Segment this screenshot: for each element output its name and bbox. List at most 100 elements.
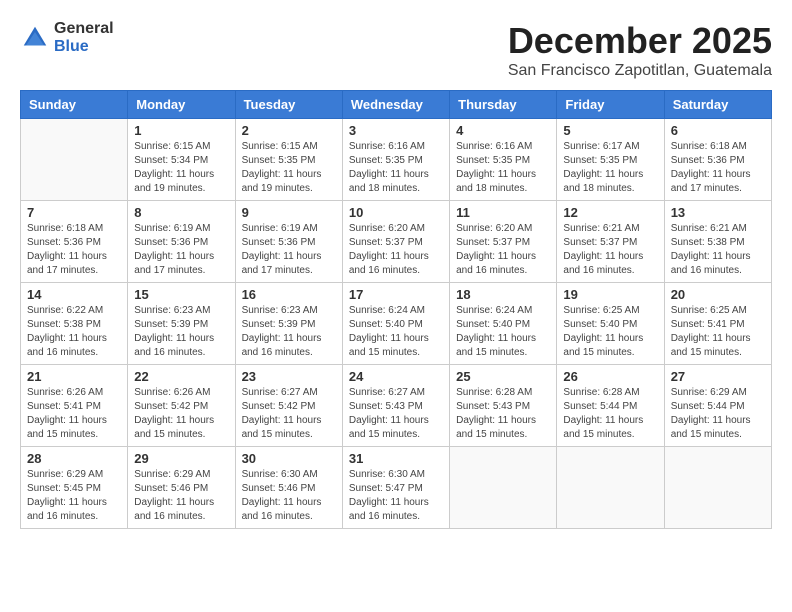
date-number: 17 (349, 287, 443, 302)
calendar-cell: 3 Sunrise: 6:16 AM Sunset: 5:35 PM Daylig… (342, 119, 449, 201)
date-number: 28 (27, 451, 121, 466)
cell-info: Sunrise: 6:16 AM Sunset: 5:35 PM Dayligh… (456, 140, 550, 196)
date-number: 22 (134, 369, 228, 384)
date-number: 18 (456, 287, 550, 302)
calendar-cell: 6 Sunrise: 6:18 AM Sunset: 5:36 PM Daylig… (664, 119, 771, 201)
cell-info: Sunrise: 6:17 AM Sunset: 5:35 PM Dayligh… (563, 140, 657, 196)
calendar-cell (450, 447, 557, 529)
calendar-cell: 22 Sunrise: 6:26 AM Sunset: 5:42 PM Dayli… (128, 365, 235, 447)
date-number: 2 (242, 123, 336, 138)
cell-info: Sunrise: 6:19 AM Sunset: 5:36 PM Dayligh… (134, 222, 228, 278)
date-number: 14 (27, 287, 121, 302)
cell-info: Sunrise: 6:28 AM Sunset: 5:43 PM Dayligh… (456, 386, 550, 442)
week-row-1: 1Sunrise: 6:15 AM Sunset: 5:34 PM Daylig… (21, 119, 772, 201)
cell-info: Sunrise: 6:20 AM Sunset: 5:37 PM Dayligh… (456, 222, 550, 278)
date-number: 3 (349, 123, 443, 138)
date-number: 11 (456, 205, 550, 220)
calendar-cell: 1Sunrise: 6:15 AM Sunset: 5:34 PM Daylig… (128, 119, 235, 201)
day-header-tuesday: Tuesday (235, 91, 342, 119)
calendar-cell (21, 119, 128, 201)
day-header-thursday: Thursday (450, 91, 557, 119)
calendar-cell: 13Sunrise: 6:21 AM Sunset: 5:38 PM Dayli… (664, 201, 771, 283)
calendar-cell: 27Sunrise: 6:29 AM Sunset: 5:44 PM Dayli… (664, 365, 771, 447)
calendar-table: SundayMondayTuesdayWednesdayThursdayFrid… (20, 90, 772, 529)
cell-info: Sunrise: 6:18 AM Sunset: 5:36 PM Dayligh… (27, 222, 121, 278)
logo: General Blue (20, 20, 114, 55)
day-header-saturday: Saturday (664, 91, 771, 119)
calendar-cell: 17 Sunrise: 6:24 AM Sunset: 5:40 PM Dayli… (342, 283, 449, 365)
date-number: 4 (456, 123, 550, 138)
cell-info: Sunrise: 6:24 AM Sunset: 5:40 PM Dayligh… (456, 304, 550, 360)
calendar-cell: 16Sunrise: 6:23 AM Sunset: 5:39 PM Dayli… (235, 283, 342, 365)
cell-info: Sunrise: 6:30 AM Sunset: 5:47 PM Dayligh… (349, 468, 443, 524)
calendar-cell: 29Sunrise: 6:29 AM Sunset: 5:46 PM Dayli… (128, 447, 235, 529)
logo-general-text: General (54, 20, 114, 38)
calendar-cell: 15 Sunrise: 6:23 AM Sunset: 5:39 PM Dayli… (128, 283, 235, 365)
cell-info: Sunrise: 6:25 AM Sunset: 5:41 PM Dayligh… (671, 304, 765, 360)
date-number: 25 (456, 369, 550, 384)
week-row-3: 14Sunrise: 6:22 AM Sunset: 5:38 PM Dayli… (21, 283, 772, 365)
cell-info: Sunrise: 6:30 AM Sunset: 5:46 PM Dayligh… (242, 468, 336, 524)
calendar-cell: 19 Sunrise: 6:25 AM Sunset: 5:40 PM Dayli… (557, 283, 664, 365)
cell-info: Sunrise: 6:15 AM Sunset: 5:34 PM Dayligh… (134, 140, 228, 196)
date-number: 30 (242, 451, 336, 466)
week-row-4: 21 Sunrise: 6:26 AM Sunset: 5:41 PM Dayli… (21, 365, 772, 447)
calendar-cell: 30 Sunrise: 6:30 AM Sunset: 5:46 PM Dayli… (235, 447, 342, 529)
location-title: San Francisco Zapotitlan, Guatemala (508, 62, 772, 80)
cell-info: Sunrise: 6:23 AM Sunset: 5:39 PM Dayligh… (242, 304, 336, 360)
date-number: 10 (349, 205, 443, 220)
logo-text: General Blue (54, 20, 114, 55)
day-header-monday: Monday (128, 91, 235, 119)
calendar-cell: 8 Sunrise: 6:19 AM Sunset: 5:36 PM Daylig… (128, 201, 235, 283)
cell-info: Sunrise: 6:15 AM Sunset: 5:35 PM Dayligh… (242, 140, 336, 196)
calendar-cell: 18 Sunrise: 6:24 AM Sunset: 5:40 PM Dayli… (450, 283, 557, 365)
date-number: 7 (27, 205, 121, 220)
calendar-cell: 26Sunrise: 6:28 AM Sunset: 5:44 PM Dayli… (557, 365, 664, 447)
calendar-cell: 2 Sunrise: 6:15 AM Sunset: 5:35 PM Daylig… (235, 119, 342, 201)
logo-blue-text: Blue (54, 38, 114, 56)
calendar-cell: 31 Sunrise: 6:30 AM Sunset: 5:47 PM Dayli… (342, 447, 449, 529)
cell-info: Sunrise: 6:24 AM Sunset: 5:40 PM Dayligh… (349, 304, 443, 360)
date-number: 5 (563, 123, 657, 138)
date-number: 24 (349, 369, 443, 384)
calendar-cell: 28 Sunrise: 6:29 AM Sunset: 5:45 PM Dayli… (21, 447, 128, 529)
cell-info: Sunrise: 6:29 AM Sunset: 5:46 PM Dayligh… (134, 468, 228, 524)
date-number: 19 (563, 287, 657, 302)
week-row-2: 7 Sunrise: 6:18 AM Sunset: 5:36 PM Daylig… (21, 201, 772, 283)
cell-info: Sunrise: 6:21 AM Sunset: 5:38 PM Dayligh… (671, 222, 765, 278)
date-number: 27 (671, 369, 765, 384)
header-row: SundayMondayTuesdayWednesdayThursdayFrid… (21, 91, 772, 119)
cell-info: Sunrise: 6:20 AM Sunset: 5:37 PM Dayligh… (349, 222, 443, 278)
calendar-cell: 9Sunrise: 6:19 AM Sunset: 5:36 PM Daylig… (235, 201, 342, 283)
day-header-friday: Friday (557, 91, 664, 119)
date-number: 15 (134, 287, 228, 302)
cell-info: Sunrise: 6:27 AM Sunset: 5:43 PM Dayligh… (349, 386, 443, 442)
calendar-cell: 4 Sunrise: 6:16 AM Sunset: 5:35 PM Daylig… (450, 119, 557, 201)
day-header-wednesday: Wednesday (342, 91, 449, 119)
cell-info: Sunrise: 6:23 AM Sunset: 5:39 PM Dayligh… (134, 304, 228, 360)
calendar-cell: 11 Sunrise: 6:20 AM Sunset: 5:37 PM Dayli… (450, 201, 557, 283)
calendar-cell (664, 447, 771, 529)
calendar-cell: 21 Sunrise: 6:26 AM Sunset: 5:41 PM Dayli… (21, 365, 128, 447)
cell-info: Sunrise: 6:19 AM Sunset: 5:36 PM Dayligh… (242, 222, 336, 278)
calendar-cell: 24 Sunrise: 6:27 AM Sunset: 5:43 PM Dayli… (342, 365, 449, 447)
date-number: 26 (563, 369, 657, 384)
date-number: 20 (671, 287, 765, 302)
calendar-cell (557, 447, 664, 529)
cell-info: Sunrise: 6:26 AM Sunset: 5:42 PM Dayligh… (134, 386, 228, 442)
date-number: 23 (242, 369, 336, 384)
calendar-cell: 20 Sunrise: 6:25 AM Sunset: 5:41 PM Dayli… (664, 283, 771, 365)
header: General Blue December 2025 San Francisco… (20, 20, 772, 80)
cell-info: Sunrise: 6:26 AM Sunset: 5:41 PM Dayligh… (27, 386, 121, 442)
date-number: 31 (349, 451, 443, 466)
cell-info: Sunrise: 6:25 AM Sunset: 5:40 PM Dayligh… (563, 304, 657, 360)
date-number: 6 (671, 123, 765, 138)
month-title: December 2025 (508, 20, 772, 62)
date-number: 8 (134, 205, 228, 220)
date-number: 21 (27, 369, 121, 384)
cell-info: Sunrise: 6:18 AM Sunset: 5:36 PM Dayligh… (671, 140, 765, 196)
cell-info: Sunrise: 6:29 AM Sunset: 5:45 PM Dayligh… (27, 468, 121, 524)
calendar-cell: 10 Sunrise: 6:20 AM Sunset: 5:37 PM Dayli… (342, 201, 449, 283)
cell-info: Sunrise: 6:21 AM Sunset: 5:37 PM Dayligh… (563, 222, 657, 278)
cell-info: Sunrise: 6:16 AM Sunset: 5:35 PM Dayligh… (349, 140, 443, 196)
